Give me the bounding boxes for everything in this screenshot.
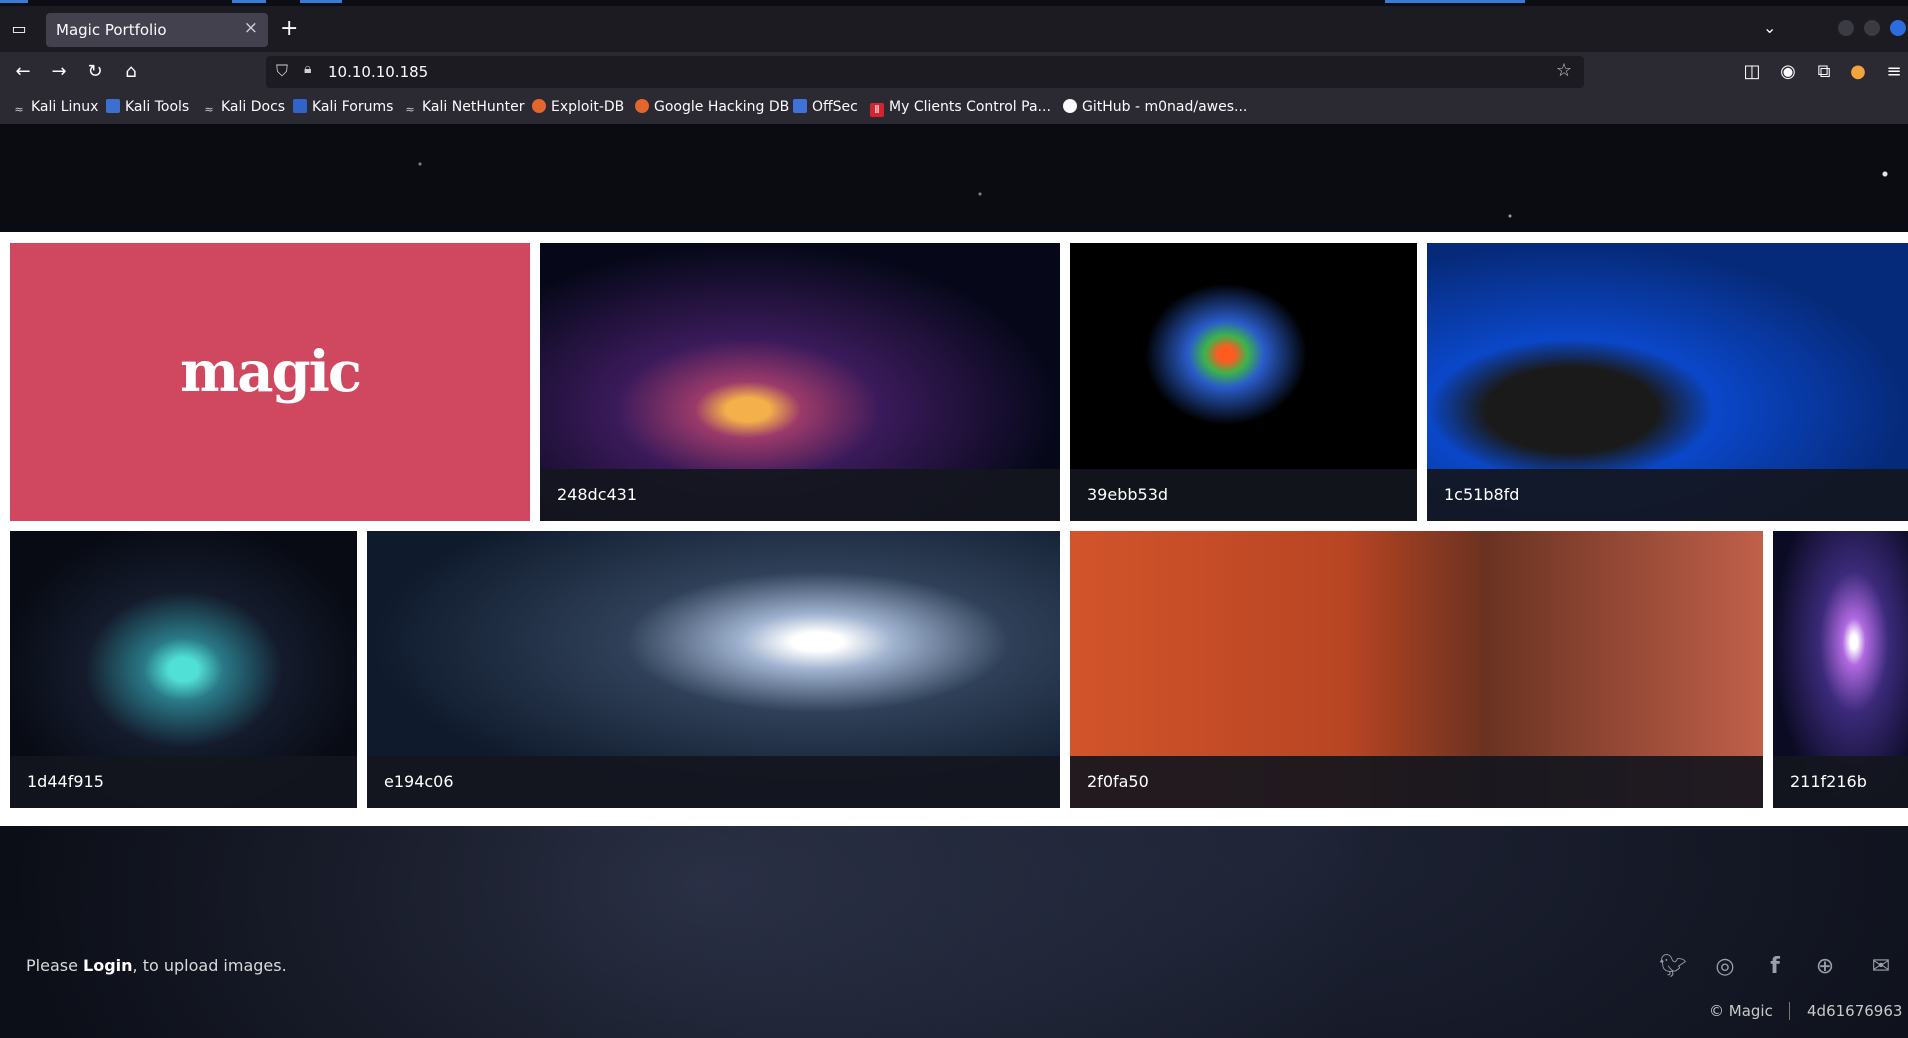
bookmark-star-icon[interactable]: ☆: [1556, 60, 1572, 81]
image-caption-bar: 1c51b8fd: [1427, 469, 1908, 521]
new-tab-button[interactable]: +: [280, 16, 298, 41]
gallery-image[interactable]: 2f0fa50: [1070, 531, 1763, 808]
magic-logo: magic: [179, 339, 362, 405]
gallery-image[interactable]: 211f216b: [1773, 531, 1908, 808]
footer-divider: [1789, 1002, 1790, 1020]
forward-arrow-icon[interactable]: →: [47, 60, 71, 84]
image-caption-bar: 1d44f915: [10, 756, 357, 808]
bookmark-label: Kali Tools: [125, 99, 190, 115]
dribbble-icon[interactable]: ⊕: [1812, 954, 1838, 980]
clients-icon: Ⅱ: [870, 103, 884, 117]
twitter-icon[interactable]: 🐦︎: [1659, 954, 1687, 980]
maximize-button[interactable]: [1864, 20, 1880, 36]
strip-accent: [232, 0, 266, 3]
login-prompt-suffix: , to upload images.: [132, 956, 287, 975]
bookmark-label: Kali Forums: [312, 99, 394, 115]
bookmark-label: Kali Docs: [221, 99, 286, 115]
image-caption: 1c51b8fd: [1444, 485, 1520, 504]
url-text[interactable]: 10.10.10.185: [328, 63, 428, 81]
mail-icon[interactable]: ✉: [1868, 954, 1894, 980]
bookmark-exploit-db[interactable]: Exploit-DB: [532, 99, 624, 115]
gallery-image[interactable]: 39ebb53d: [1070, 243, 1417, 521]
image-caption: 1d44f915: [27, 772, 104, 791]
instagram-icon[interactable]: ◎: [1712, 954, 1738, 980]
home-icon[interactable]: ⌂: [119, 60, 143, 84]
gallery-image[interactable]: e194c06: [367, 531, 1060, 808]
image-caption: 248dc431: [557, 485, 638, 504]
extensions-icon[interactable]: ⧉: [1812, 60, 1836, 84]
bookmark-kali-docs[interactable]: ≈ Kali Docs: [202, 99, 285, 117]
login-prompt: Please Login, to upload images.: [26, 956, 287, 975]
kali-dragon-icon: ≈: [405, 103, 415, 116]
magic-page: magic 248dc431 39ebb53d 1c51b8fd 1d44f91…: [0, 124, 1908, 1038]
strip-accent: [300, 0, 342, 3]
bookmark-kali-linux[interactable]: ≈ Kali Linux: [12, 99, 98, 117]
tab-bar: ▭ Magic Portfolio × + ⌄: [0, 6, 1908, 52]
bookmark-label: Exploit-DB: [551, 99, 625, 115]
account-icon[interactable]: ◉: [1776, 60, 1800, 84]
bookmark-google-hacking-db[interactable]: Google Hacking DB: [635, 99, 789, 115]
bookmark-github[interactable]: GitHub - m0nad/awes...: [1063, 99, 1247, 115]
login-link[interactable]: Login: [83, 956, 133, 975]
back-arrow-icon[interactable]: ←: [11, 60, 35, 84]
strip-accent: [0, 0, 28, 3]
bookmark-kali-tools[interactable]: Kali Tools: [106, 99, 189, 115]
bookmark-label: OffSec: [812, 99, 858, 115]
close-icon[interactable]: ×: [244, 18, 258, 38]
strip-accent: [1385, 0, 1525, 3]
footer-hash: 4d61676963: [1807, 1002, 1903, 1020]
bookmark-my-clients[interactable]: Ⅱ My Clients Control Pa...: [870, 99, 1051, 117]
gallery-image[interactable]: 1d44f915: [10, 531, 357, 808]
tab-magic-portfolio[interactable]: Magic Portfolio ×: [46, 13, 268, 47]
copyright-text: © Magic: [1709, 1002, 1773, 1020]
shield-icon[interactable]: ⛉: [276, 61, 288, 81]
exploit-db-icon: [635, 99, 649, 113]
kali-forums-icon: [293, 99, 307, 113]
image-caption-bar: 211f216b: [1773, 756, 1908, 808]
gallery-image[interactable]: 248dc431: [540, 243, 1060, 521]
login-prompt-prefix: Please: [26, 956, 84, 975]
github-icon: [1063, 99, 1077, 113]
image-caption-bar: 2f0fa50: [1070, 756, 1763, 808]
bookmark-offsec[interactable]: OffSec: [793, 99, 858, 115]
lock-icon[interactable]: 🔒︎: [304, 61, 311, 77]
bookmark-label: Kali Linux: [31, 99, 99, 115]
bookmark-kali-forums[interactable]: Kali Forums: [293, 99, 393, 115]
bookmark-kali-nethunter[interactable]: ≈ Kali NetHunter: [403, 99, 524, 117]
pocket-icon[interactable]: ◫: [1740, 60, 1764, 84]
minimize-button[interactable]: [1838, 20, 1854, 36]
image-caption-bar: e194c06: [367, 756, 1060, 808]
image-caption: e194c06: [384, 772, 454, 791]
url-bar[interactable]: ⛉ 🔒︎ 10.10.10.185 ☆: [266, 56, 1584, 88]
bookmark-label: GitHub - m0nad/awes...: [1082, 99, 1248, 115]
bookmark-label: My Clients Control Pa...: [889, 99, 1051, 115]
bookmarks-toolbar: ≈ Kali Linux Kali Tools ≈ Kali Docs Kali F…: [0, 92, 1908, 124]
tab-list-icon[interactable]: ▭: [10, 20, 28, 38]
kali-tools-icon: [106, 99, 120, 113]
image-caption-bar: 248dc431: [540, 469, 1060, 521]
bookmark-label: Kali NetHunter: [422, 99, 525, 115]
reload-icon[interactable]: ↻: [83, 60, 107, 84]
image-caption: 39ebb53d: [1087, 485, 1169, 504]
bookmark-label: Google Hacking DB: [654, 99, 790, 115]
extension-addon-icon[interactable]: ●: [1846, 60, 1870, 84]
image-caption: 2f0fa50: [1087, 772, 1149, 791]
gallery-image[interactable]: 1c51b8fd: [1427, 243, 1908, 521]
kali-dragon-icon: ≈: [14, 103, 24, 116]
exploit-db-icon: [532, 99, 546, 113]
image-caption: 211f216b: [1790, 772, 1867, 791]
kali-dragon-icon: ≈: [204, 103, 214, 116]
tab-title: Magic Portfolio: [56, 21, 167, 39]
image-caption-bar: 39ebb53d: [1070, 469, 1417, 521]
menu-icon[interactable]: ≡: [1882, 60, 1906, 84]
offsec-icon: [793, 99, 807, 113]
nav-bar: ← → ↻ ⌂ ⛉ 🔒︎ 10.10.10.185 ☆ ◫ ◉ ⧉ ● ≡: [0, 52, 1908, 92]
facebook-icon[interactable]: f: [1762, 954, 1788, 980]
logo-tile: magic: [10, 243, 530, 521]
chevron-down-icon[interactable]: ⌄: [1763, 18, 1776, 37]
close-window-button[interactable]: [1890, 20, 1906, 36]
